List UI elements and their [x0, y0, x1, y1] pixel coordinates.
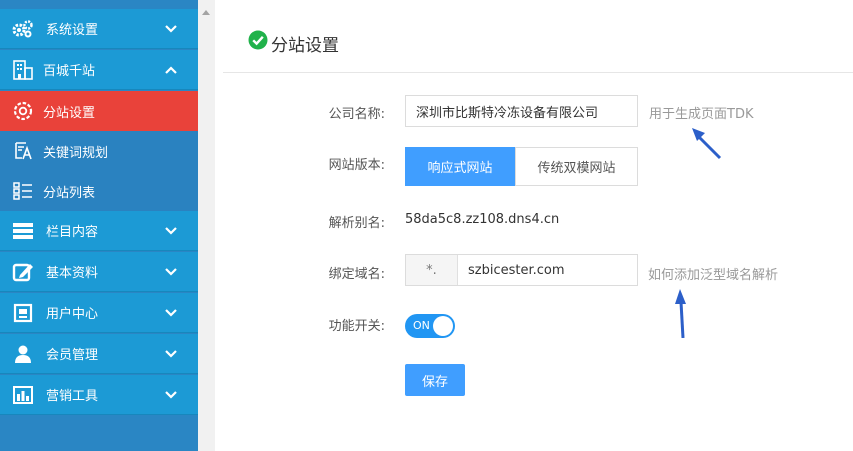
- gears-icon: [12, 18, 34, 40]
- sidebar-item-substation-list[interactable]: 分站列表: [0, 171, 198, 211]
- sidebar-item-label: 百城千站: [43, 64, 96, 79]
- chevron-down-icon: [165, 350, 177, 358]
- scroll-up-arrow-icon[interactable]: [202, 10, 210, 15]
- arrow-annotation-icon: [675, 289, 686, 338]
- company-name-label: 公司名称:: [328, 107, 385, 122]
- alias-value: 58da5c8.zz108.dns4.cn: [405, 212, 560, 227]
- sidebar-item-user-center[interactable]: 用户中心: [0, 293, 198, 333]
- company-name-value: 深圳市比斯特冷冻设备有限公司: [416, 105, 599, 121]
- toggle-state-text: ON: [413, 319, 430, 332]
- version-option-responsive[interactable]: 响应式网站: [405, 147, 515, 186]
- bar-chart-icon: [12, 384, 34, 406]
- sidebar-item-label: 营销工具: [46, 389, 99, 404]
- bind-domain-label: 绑定域名:: [328, 267, 385, 282]
- sidebar-item-label: 系统设置: [46, 23, 99, 38]
- chevron-down-icon: [165, 309, 177, 317]
- sidebar-item-member-management[interactable]: 会员管理: [0, 334, 198, 374]
- check-circle-icon: [248, 30, 268, 50]
- page-title: 分站设置: [271, 36, 339, 56]
- user-icon: [12, 343, 34, 365]
- sidebar-item-substation-settings[interactable]: 分站设置: [0, 91, 198, 131]
- sidebar-item-cities[interactable]: 百城千站: [0, 50, 198, 90]
- save-button[interactable]: 保存: [405, 364, 465, 396]
- alias-label: 解析别名:: [328, 216, 385, 231]
- chevron-down-icon: [165, 227, 177, 235]
- toggle-knob: [433, 316, 453, 336]
- chevron-down-icon: [165, 391, 177, 399]
- id-card-icon: [12, 302, 34, 324]
- domain-prefix: *.: [406, 255, 458, 285]
- company-name-hint: 用于生成页面TDK: [649, 107, 754, 122]
- function-switch-label: 功能开关:: [328, 319, 385, 334]
- version-option-traditional[interactable]: 传统双模网站: [515, 147, 638, 186]
- domain-value: szbicester.com: [468, 262, 565, 278]
- sidebar-item-basic-info[interactable]: 基本资料: [0, 252, 198, 292]
- sidebar-scrollbar[interactable]: [198, 0, 215, 451]
- sidebar-item-label: 分站设置: [43, 105, 96, 121]
- chevron-up-icon: [165, 66, 177, 74]
- list-icon: [12, 180, 34, 202]
- sidebar-item-keyword-planning[interactable]: 关键词规划: [0, 131, 198, 171]
- sidebar-item-label: 关键词规划: [43, 145, 109, 161]
- site-version-label: 网站版本:: [328, 158, 385, 173]
- domain-help-link[interactable]: 如何添加泛型域名解析: [648, 264, 778, 283]
- sidebar-item-label: 用户中心: [46, 307, 99, 322]
- columns-icon: [12, 220, 34, 242]
- building-icon: [12, 59, 34, 81]
- bind-domain-input[interactable]: *. szbicester.com: [405, 254, 638, 286]
- sidebar: 系统设置 百城千站 分站设置 关键词规划 分站列表 栏目内容 基本资料 用户中心…: [0, 0, 198, 451]
- edit-icon: [12, 261, 34, 283]
- sidebar-item-label: 分站列表: [43, 185, 96, 201]
- function-toggle[interactable]: ON: [405, 314, 455, 338]
- sidebar-item-label: 基本资料: [46, 266, 99, 281]
- company-name-input[interactable]: 深圳市比斯特冷冻设备有限公司: [405, 95, 638, 127]
- sidebar-item-system-settings[interactable]: 系统设置: [0, 9, 198, 49]
- sidebar-item-column-content[interactable]: 栏目内容: [0, 211, 198, 251]
- sidebar-item-marketing-tools[interactable]: 营销工具: [0, 375, 198, 415]
- gear-icon: [12, 100, 34, 122]
- sidebar-item-label: 栏目内容: [46, 225, 99, 240]
- chevron-down-icon: [165, 25, 177, 33]
- keyword-icon: [12, 140, 34, 162]
- sidebar-item-label: 会员管理: [46, 348, 99, 363]
- arrow-annotation-icon: [692, 128, 722, 160]
- chevron-down-icon: [165, 268, 177, 276]
